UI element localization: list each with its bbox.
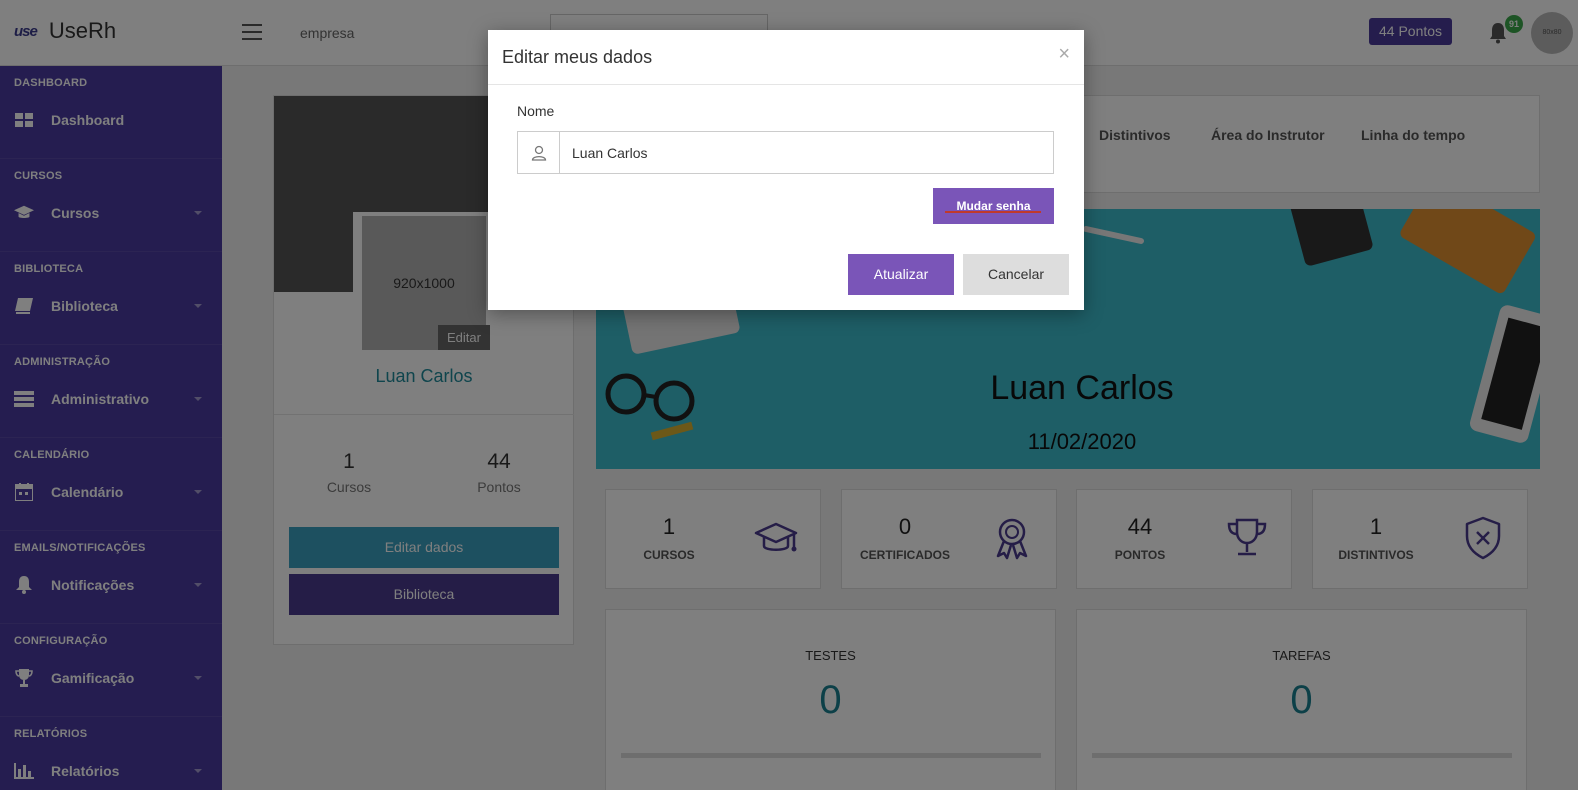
- name-input-group: [517, 131, 1054, 174]
- cancel-button[interactable]: Cancelar: [963, 254, 1069, 295]
- modal-header: Editar meus dados ×: [488, 30, 1084, 85]
- change-password-button[interactable]: Mudar senha: [933, 188, 1054, 224]
- close-icon[interactable]: ×: [1058, 44, 1070, 64]
- update-button[interactable]: Atualizar: [848, 254, 954, 295]
- name-field-label: Nome: [517, 103, 555, 119]
- underline-mark: [945, 211, 1041, 213]
- edit-profile-modal: Editar meus dados × Nome Mudar senha Atu…: [488, 30, 1084, 310]
- user-icon: [518, 132, 560, 173]
- modal-title: Editar meus dados: [502, 47, 653, 67]
- name-field[interactable]: [560, 132, 1053, 173]
